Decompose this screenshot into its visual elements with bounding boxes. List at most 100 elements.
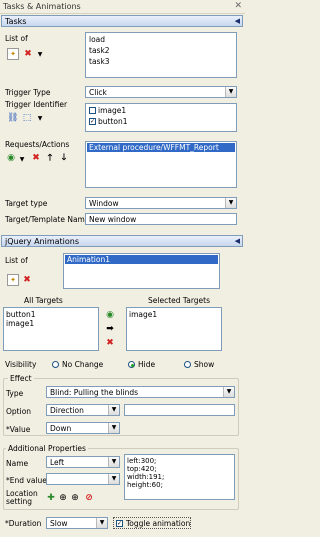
effect-option-label: Option xyxy=(6,407,32,416)
chevron-down-icon[interactable]: ▼ xyxy=(17,155,27,165)
toggle-animation-checkbox[interactable]: ✓ xyxy=(116,520,123,527)
chevron-down-icon[interactable]: ▼ xyxy=(223,387,234,397)
all-targets-list[interactable]: button1 image1 xyxy=(3,307,99,351)
trigger-item-label: button1 xyxy=(98,117,128,126)
effect-type-value: Blind: Pulling the blinds xyxy=(50,388,139,397)
target-type-label: Target type xyxy=(5,199,48,208)
delete-action-icon[interactable]: ✖ xyxy=(31,153,41,163)
button1-checkbox[interactable]: ✓ xyxy=(89,118,96,125)
target-type-select[interactable]: Window ▼ xyxy=(85,197,237,209)
select-icon[interactable]: ⬚ xyxy=(22,113,32,123)
selected-targets-label: Selected Targets xyxy=(148,296,211,305)
target-template-input[interactable]: New window xyxy=(85,213,237,225)
toggle-animation-wrap[interactable]: ✓ Toggle animation xyxy=(113,517,191,529)
collapse-icon[interactable]: ◀ xyxy=(235,17,240,25)
list-item[interactable]: task3 xyxy=(89,57,110,66)
window-titlebar: Tasks & Animations ✕ xyxy=(0,0,245,14)
additional-properties-label: Additional Properties xyxy=(6,444,88,453)
trigger-item-label: image1 xyxy=(98,106,127,115)
target-type-value: Window xyxy=(89,199,119,208)
delete-animation-icon[interactable]: ✖ xyxy=(22,275,32,285)
chevron-down-icon[interactable]: ▼ xyxy=(225,198,236,208)
animation-list[interactable]: Animation1 xyxy=(63,253,220,289)
delete-task-icon[interactable]: ✖ xyxy=(23,49,33,59)
visibility-hide-radio[interactable] xyxy=(128,361,135,368)
target-template-value: New window xyxy=(89,215,137,224)
collapse-icon[interactable]: ◀ xyxy=(235,237,240,245)
tasks-section-header[interactable]: Tasks ◀ xyxy=(1,15,243,27)
tasks-section-title: Tasks xyxy=(5,17,27,26)
chevron-down-icon[interactable]: ▼ xyxy=(35,50,45,60)
duration-label: *Duration xyxy=(5,519,42,528)
effect-type-select[interactable]: Blind: Pulling the blinds ▼ xyxy=(46,386,235,398)
remove-target-icon[interactable]: ✖ xyxy=(105,338,115,348)
image1-checkbox[interactable] xyxy=(89,107,96,114)
list-item[interactable]: task2 xyxy=(89,46,110,55)
list-item[interactable]: button1 xyxy=(6,310,36,319)
effect-type-label: Type xyxy=(6,389,24,398)
location-icon[interactable]: ⊕ xyxy=(58,493,68,503)
window-title: Tasks & Animations xyxy=(3,2,81,11)
chevron-down-icon[interactable]: ▼ xyxy=(108,405,119,415)
list-item[interactable]: image1 xyxy=(6,319,34,328)
list-item[interactable]: image1 xyxy=(129,310,157,319)
move-down-icon[interactable]: 🡓 xyxy=(59,153,69,163)
effect-value-select[interactable]: Down ▼ xyxy=(46,422,120,434)
location-icon[interactable]: ⊕ xyxy=(70,493,80,503)
chevron-down-icon[interactable]: ▼ xyxy=(108,474,119,484)
visibility-option-label: Show xyxy=(194,360,215,369)
properties-textarea[interactable]: left:300; top:420; width:191; height:60; xyxy=(124,454,235,500)
effect-option-value: Direction xyxy=(50,406,84,415)
no-location-icon[interactable]: ⊘ xyxy=(84,493,94,503)
name-select[interactable]: Left ▼ xyxy=(46,456,120,468)
chevron-down-icon[interactable]: ▼ xyxy=(96,518,107,528)
list-item[interactable]: Animation1 xyxy=(65,255,218,264)
selected-targets-list[interactable]: image1 xyxy=(126,307,222,351)
add-location-icon[interactable]: ✚ xyxy=(46,493,56,503)
add-action-icon[interactable]: ◉ xyxy=(6,153,16,163)
link-icon[interactable]: ⛓ xyxy=(7,113,18,123)
properties-text: left:300; top:420; width:191; height:60; xyxy=(127,457,165,489)
target-template-label: Target/Template Name xyxy=(5,215,90,224)
trigger-identifier-label: Trigger Identifier xyxy=(5,100,68,109)
new-animation-icon[interactable]: ✦ xyxy=(7,274,19,286)
chevron-down-icon[interactable]: ▼ xyxy=(225,87,236,97)
task-list[interactable]: load task2 task3 xyxy=(85,32,237,78)
effect-option-input[interactable] xyxy=(124,404,235,416)
visibility-option-label: No Change xyxy=(62,360,104,369)
name-label: Name xyxy=(6,459,29,468)
trigger-identifier-list[interactable]: image1 ✓ button1 xyxy=(85,103,237,132)
duration-value: Slow xyxy=(50,519,68,528)
all-targets-label: All Targets xyxy=(24,296,63,305)
list-item[interactable]: load xyxy=(89,35,105,44)
effect-option-select[interactable]: Direction ▼ xyxy=(46,404,120,416)
visibility-label: Visibility xyxy=(5,360,37,369)
move-right-icon[interactable]: ➡ xyxy=(105,324,115,334)
requests-actions-list[interactable]: External procedure/WFFMT_Report xyxy=(85,141,237,188)
list-of-label: List of xyxy=(5,34,28,43)
trigger-type-select[interactable]: Click ▼ xyxy=(85,86,237,98)
chevron-down-icon[interactable]: ▼ xyxy=(108,423,119,433)
chevron-down-icon[interactable]: ▼ xyxy=(108,457,119,467)
list-item[interactable]: External procedure/WFFMT_Report xyxy=(87,143,235,152)
end-value-select[interactable]: ▼ xyxy=(46,473,120,485)
visibility-option-label: Hide xyxy=(138,360,156,369)
effect-value-value: Down xyxy=(50,424,72,433)
jquery-section-title: jQuery Animations xyxy=(5,237,80,246)
chevron-down-icon[interactable]: ▼ xyxy=(35,114,45,124)
name-value: Left xyxy=(50,458,65,467)
new-task-icon[interactable]: ✦ xyxy=(7,48,19,60)
visibility-no-change-radio[interactable] xyxy=(52,361,59,368)
move-up-icon[interactable]: 🡑 xyxy=(45,153,55,163)
duration-select[interactable]: Slow ▼ xyxy=(46,517,108,529)
close-icon[interactable]: ✕ xyxy=(234,1,242,11)
toggle-animation-label: Toggle animation xyxy=(126,519,191,528)
location-setting-label: Location setting xyxy=(6,489,38,506)
effect-label: Effect xyxy=(8,374,34,383)
requests-actions-label: Requests/Actions xyxy=(5,140,70,149)
visibility-show-radio[interactable] xyxy=(184,361,191,368)
trigger-type-label: Trigger Type xyxy=(5,88,51,97)
jquery-section-header[interactable]: jQuery Animations ◀ xyxy=(1,235,243,247)
add-target-icon[interactable]: ◉ xyxy=(105,310,115,320)
end-value-label: *End value xyxy=(6,476,47,485)
